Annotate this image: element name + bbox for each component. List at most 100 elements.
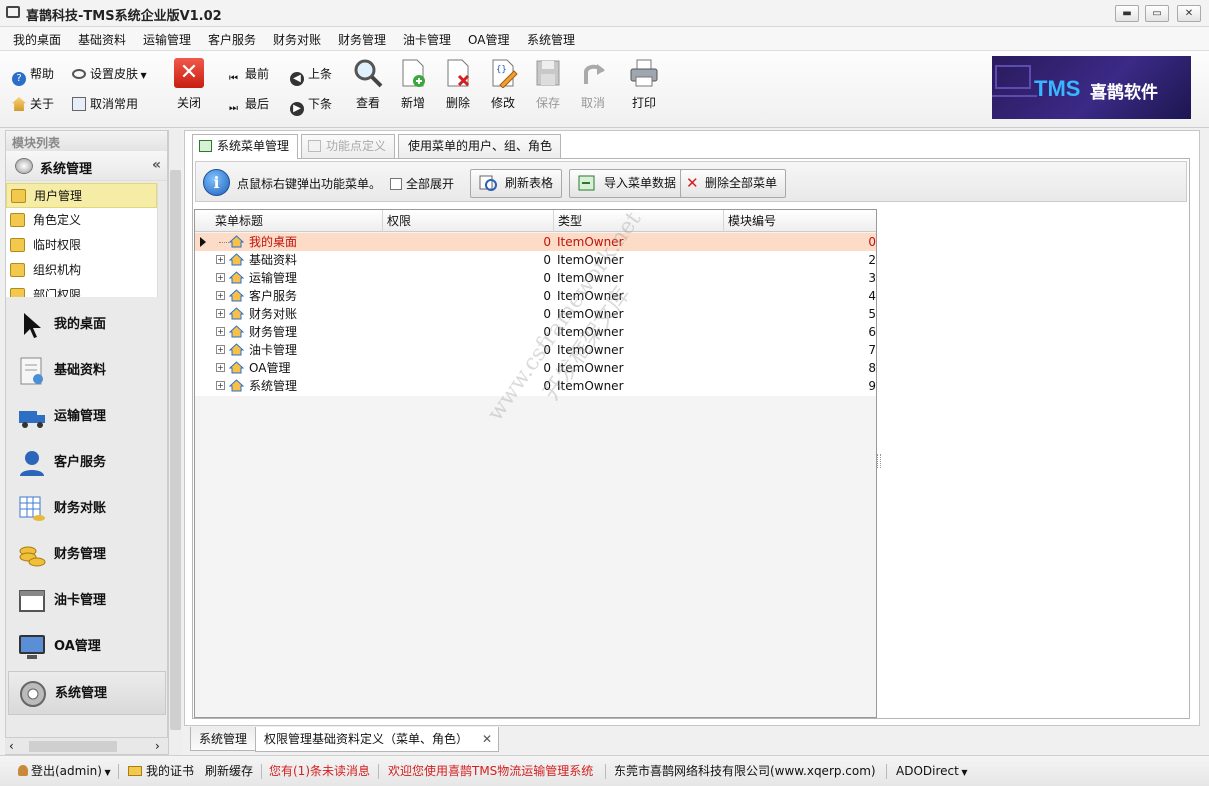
splitter-grip[interactable] bbox=[877, 454, 881, 468]
menu-oa[interactable]: OA管理 bbox=[468, 31, 509, 48]
tab-system-menu[interactable]: 系统菜单管理 bbox=[192, 134, 299, 159]
tab-function-points[interactable]: 功能点定义 bbox=[301, 134, 396, 158]
save-button[interactable]: 保存 bbox=[526, 58, 570, 111]
menu-system[interactable]: 系统管理 bbox=[527, 31, 575, 48]
expand-toggle[interactable]: + bbox=[216, 255, 225, 264]
scroll-right-icon[interactable]: › bbox=[155, 739, 160, 753]
column-permission[interactable]: 权限 bbox=[383, 210, 554, 232]
table-row[interactable]: + 财务对账 0 ItemOwner 5 bbox=[195, 305, 876, 323]
prev-record-button[interactable]: ◀ 上条 bbox=[290, 65, 332, 86]
next-record-button[interactable]: ▶ 下条 bbox=[290, 95, 332, 116]
column-module-id[interactable]: 模块编号 bbox=[724, 210, 876, 232]
delete-button[interactable]: 删除 bbox=[436, 58, 480, 111]
print-button[interactable]: 打印 bbox=[622, 58, 666, 111]
company-text: 东莞市喜鹊网络科技有限公司(www.xqerp.com) bbox=[614, 764, 876, 778]
menu-basic-data[interactable]: 基础资料 bbox=[78, 31, 126, 48]
menu-fuel-card[interactable]: 油卡管理 bbox=[403, 31, 451, 48]
sidebar-horizontal-scrollbar[interactable]: ‹ › bbox=[5, 737, 168, 754]
help-button[interactable]: ? 帮助 bbox=[12, 65, 54, 86]
info-bar: i 点鼠标右键弹出功能菜单。 全部展开 刷新表格 导入菜单数据 ✕ 删除全部菜单 bbox=[195, 161, 1187, 202]
close-window-button[interactable]: ✕ bbox=[1177, 5, 1201, 22]
expand-toggle[interactable]: + bbox=[216, 327, 225, 336]
expand-toggle[interactable]: + bbox=[216, 363, 225, 372]
column-menu-title[interactable]: 菜单标题 bbox=[211, 210, 383, 232]
about-button[interactable]: 关于 bbox=[12, 95, 54, 113]
checkbox-box[interactable] bbox=[390, 178, 402, 190]
nav-basic-data[interactable]: 基础资料 bbox=[8, 349, 166, 393]
expand-toggle[interactable]: + bbox=[216, 291, 225, 300]
expand-toggle[interactable]: + bbox=[216, 273, 225, 282]
sidebar-vertical-scrollbar[interactable] bbox=[168, 130, 182, 755]
table-row[interactable]: + 基础资料 0 ItemOwner 2 bbox=[195, 251, 876, 269]
last-icon: ⏭ bbox=[229, 103, 238, 114]
expand-toggle[interactable]: + bbox=[216, 381, 225, 390]
scroll-thumb[interactable] bbox=[170, 170, 181, 730]
close-toolbar-button[interactable]: ✕ 关闭 bbox=[167, 58, 211, 111]
user-icon bbox=[18, 765, 28, 776]
nav-finance-manage[interactable]: 财务管理 bbox=[8, 533, 166, 577]
menu-customer-service[interactable]: 客户服务 bbox=[208, 31, 256, 48]
doc-tab-permission[interactable]: 权限管理基础资料定义（菜单、角色） ✕ bbox=[255, 727, 500, 752]
table-row[interactable]: + 财务管理 0 ItemOwner 6 bbox=[195, 323, 876, 341]
nav-my-desktop[interactable]: 我的桌面 bbox=[8, 303, 166, 347]
column-type[interactable]: 类型 bbox=[554, 210, 724, 232]
nav-finance-reconcile[interactable]: 财务对账 bbox=[8, 487, 166, 531]
first-icon: ⏮ bbox=[229, 73, 238, 84]
skin-dropdown[interactable]: 设置皮肤 ▼ bbox=[72, 65, 147, 83]
add-button[interactable]: 新增 bbox=[391, 58, 435, 111]
scroll-left-icon[interactable]: ‹ bbox=[9, 739, 14, 753]
collapse-icon[interactable]: « bbox=[152, 157, 161, 173]
nav-oa[interactable]: OA管理 bbox=[8, 625, 166, 669]
subitem-temp-permission[interactable]: 临时权限 bbox=[6, 233, 157, 258]
row-indicator-icon bbox=[200, 237, 206, 247]
expand-toggle[interactable]: + bbox=[216, 345, 225, 354]
subitem-role-define[interactable]: 角色定义 bbox=[6, 208, 157, 233]
system-group-header[interactable]: 系统管理 « bbox=[6, 151, 167, 181]
table-row[interactable]: 我的桌面 0 ItemOwner 0 bbox=[195, 233, 876, 251]
view-button[interactable]: 查看 bbox=[346, 58, 390, 111]
menu-transport[interactable]: 运输管理 bbox=[143, 31, 191, 48]
import-icon bbox=[578, 175, 596, 192]
nav-customer-service[interactable]: 客户服务 bbox=[8, 441, 166, 485]
unread-messages-link[interactable]: 您有(1)条未读消息 bbox=[269, 763, 370, 779]
nav-system[interactable]: 系统管理 bbox=[8, 671, 166, 715]
subitem-organization[interactable]: 组织机构 bbox=[6, 258, 157, 283]
first-record-button[interactable]: ⏮ 最前 bbox=[229, 65, 269, 84]
menu-tree-grid[interactable]: 菜单标题 权限 类型 模块编号 我的桌面 0 ItemOwner 0 + 基础资… bbox=[194, 209, 877, 718]
expand-toggle[interactable]: + bbox=[216, 309, 225, 318]
table-row[interactable]: + 客户服务 0 ItemOwner 4 bbox=[195, 287, 876, 305]
refresh-grid-button[interactable]: 刷新表格 bbox=[470, 169, 563, 198]
table-row[interactable]: + 运输管理 0 ItemOwner 3 bbox=[195, 269, 876, 287]
delete-all-menu-button[interactable]: ✕ 删除全部菜单 bbox=[680, 169, 787, 198]
cancel-button[interactable]: 取消 bbox=[571, 58, 615, 111]
table-row[interactable]: + 油卡管理 0 ItemOwner 7 bbox=[195, 341, 876, 359]
document-icon bbox=[18, 357, 46, 385]
nav-fuel-card[interactable]: 油卡管理 bbox=[8, 579, 166, 623]
refresh-cache-button[interactable]: 刷新缓存 bbox=[205, 763, 253, 779]
doc-tab-system[interactable]: 系统管理 bbox=[190, 727, 257, 751]
nav-transport[interactable]: 运输管理 bbox=[8, 395, 166, 439]
main-content: 系统菜单管理 功能点定义 使用菜单的用户、组、角色 i 点鼠标右键弹出功能菜单。… bbox=[184, 130, 1200, 726]
close-tab-icon[interactable]: ✕ bbox=[482, 727, 492, 751]
subitem-dept-permission[interactable]: 部门权限 bbox=[6, 283, 157, 297]
edit-button[interactable]: {} 修改 bbox=[481, 58, 525, 111]
minimize-button[interactable]: ▬ bbox=[1115, 5, 1139, 22]
import-menu-button[interactable]: 导入菜单数据 bbox=[569, 169, 686, 198]
user-manage-icon bbox=[11, 189, 26, 203]
menu-finance-reconcile[interactable]: 财务对账 bbox=[273, 31, 321, 48]
tab-menu-users[interactable]: 使用菜单的用户、组、角色 bbox=[398, 134, 562, 158]
dept-icon bbox=[10, 288, 25, 297]
logout-dropdown[interactable]: 登出(admin) ▼ bbox=[18, 763, 111, 781]
cancel-common-button[interactable]: 取消常用 bbox=[72, 95, 138, 113]
subitem-user-manage[interactable]: 用户管理 bbox=[6, 183, 157, 208]
my-cert-button[interactable]: 我的证书 bbox=[128, 763, 194, 779]
last-record-button[interactable]: ⏭ 最后 bbox=[229, 95, 269, 114]
expand-all-checkbox[interactable]: 全部展开 bbox=[390, 175, 454, 192]
table-row[interactable]: + OA管理 0 ItemOwner 8 bbox=[195, 359, 876, 377]
hscroll-thumb[interactable] bbox=[29, 741, 117, 752]
menu-my-desktop[interactable]: 我的桌面 bbox=[13, 31, 61, 48]
maximize-button[interactable]: ▭ bbox=[1145, 5, 1169, 22]
menu-finance-manage[interactable]: 财务管理 bbox=[338, 31, 386, 48]
db-mode-dropdown[interactable]: ADODirect ▼ bbox=[896, 763, 968, 781]
table-row[interactable]: + 系统管理 0 ItemOwner 9 bbox=[195, 377, 876, 395]
